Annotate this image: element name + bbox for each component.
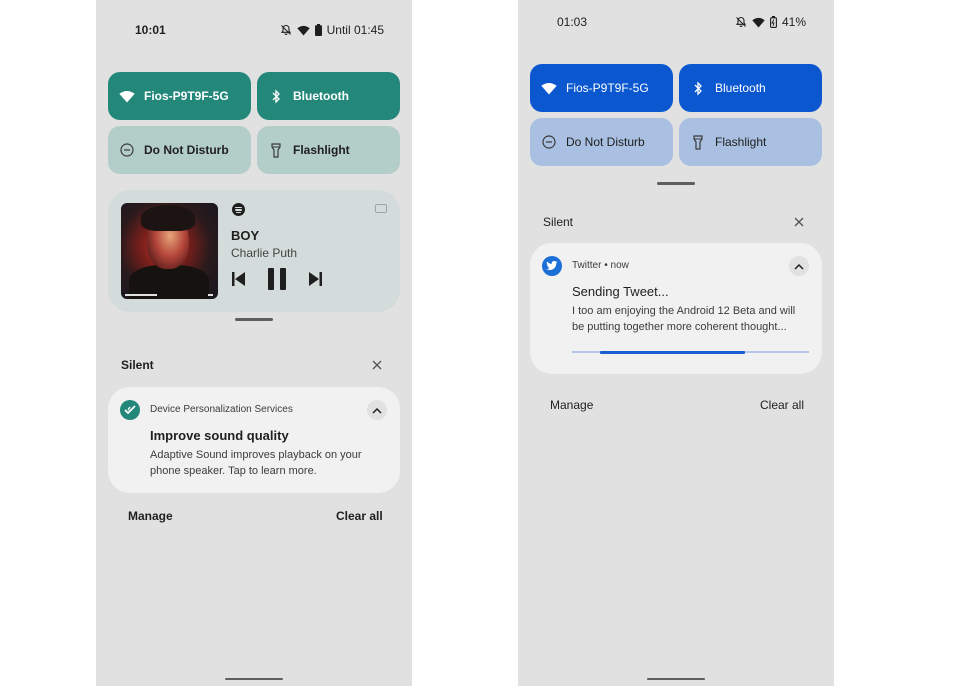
tile-label: Do Not Disturb — [144, 143, 229, 157]
quick-settings-tiles: Fios-P9T9F-5G Bluetooth Do Not Disturb F… — [108, 72, 400, 174]
flashlight-icon — [268, 142, 284, 158]
phone-right-notification-shade: 01:03 41% Fios-P9T9F-5G Bluetooth Do Not… — [518, 0, 834, 686]
notification-app-name: Twitter • now — [572, 260, 629, 271]
media-player[interactable]: BOY Charlie Puth — [108, 190, 400, 312]
chevron-up-icon — [372, 407, 382, 414]
pause-button[interactable] — [268, 268, 286, 290]
bell-off-icon — [280, 24, 291, 35]
status-time: 10:01 — [135, 23, 166, 37]
dnd-icon — [119, 142, 135, 158]
tile-label: Fios-P9T9F-5G — [144, 89, 229, 103]
gesture-nav-bar[interactable] — [225, 678, 283, 680]
quick-settings-tiles: Fios-P9T9F-5G Bluetooth Do Not Disturb F… — [530, 64, 822, 166]
tile-wifi[interactable]: Fios-P9T9F-5G — [530, 64, 673, 112]
wifi-icon — [752, 17, 765, 27]
twitter-icon — [542, 256, 562, 276]
tile-label: Flashlight — [293, 143, 350, 157]
wifi-icon — [296, 25, 310, 35]
cast-icon[interactable] — [375, 204, 387, 213]
tile-label: Fios-P9T9F-5G — [566, 81, 649, 95]
progress-fill — [600, 350, 745, 354]
notification-card[interactable]: Twitter • now Sending Tweet... I too am … — [530, 243, 822, 374]
clear-all-button[interactable]: Clear all — [336, 509, 383, 523]
collapse-button[interactable] — [367, 400, 387, 420]
status-bar: 10:01 Until 01:45 — [96, 20, 412, 40]
tile-flashlight[interactable]: Flashlight — [679, 118, 822, 166]
bluetooth-icon — [268, 88, 284, 104]
device-personalization-icon — [120, 400, 140, 420]
tile-do-not-disturb[interactable]: Do Not Disturb — [108, 126, 251, 174]
notification-body: I too am enjoying the Android 12 Beta an… — [572, 305, 796, 333]
wifi-icon — [119, 88, 135, 104]
section-label-silent: Silent — [543, 215, 574, 229]
notification-title: Sending Tweet... — [572, 284, 669, 299]
song-title: BOY — [231, 228, 260, 243]
dnd-icon — [541, 134, 557, 150]
drag-handle[interactable] — [657, 182, 695, 185]
tile-flashlight[interactable]: Flashlight — [257, 126, 400, 174]
album-art — [121, 203, 218, 299]
close-icon[interactable] — [370, 358, 384, 372]
status-icons: 41% — [735, 15, 806, 29]
battery-text: 41% — [781, 15, 806, 29]
clear-all-button[interactable]: Clear all — [760, 398, 804, 412]
tile-label: Do Not Disturb — [566, 135, 645, 149]
section-label-silent: Silent — [121, 358, 154, 372]
gesture-nav-bar[interactable] — [647, 678, 705, 680]
song-artist: Charlie Puth — [231, 246, 298, 260]
media-controls — [232, 268, 322, 290]
drag-handle[interactable] — [235, 318, 273, 321]
status-time: 01:03 — [557, 15, 588, 29]
manage-button[interactable]: Manage — [128, 509, 173, 523]
tile-bluetooth[interactable]: Bluetooth — [257, 72, 400, 120]
tile-label: Bluetooth — [293, 89, 349, 103]
tile-label: Bluetooth — [715, 81, 766, 95]
tile-bluetooth[interactable]: Bluetooth — [679, 64, 822, 112]
skip-previous-icon — [232, 272, 245, 286]
tile-wifi[interactable]: Fios-P9T9F-5G — [108, 72, 251, 120]
notification-body: Adaptive Sound improves playback on your… — [150, 449, 362, 477]
status-icons: Until 01:45 — [280, 23, 384, 37]
bluetooth-icon — [690, 80, 706, 96]
close-icon[interactable] — [792, 215, 806, 229]
tile-do-not-disturb[interactable]: Do Not Disturb — [530, 118, 673, 166]
flashlight-icon — [690, 134, 706, 150]
next-track-button[interactable] — [309, 272, 322, 286]
chevron-up-icon — [794, 263, 804, 270]
previous-track-button[interactable] — [232, 272, 245, 286]
upload-progress-bar — [572, 350, 809, 354]
battery-charging-icon — [770, 16, 777, 28]
notification-title: Improve sound quality — [150, 428, 289, 443]
tile-label: Flashlight — [715, 135, 767, 149]
phone-left-notification-shade: 10:01 Until 01:45 Fios-P9T9F-5G Bluetoot… — [96, 0, 412, 686]
bell-off-icon — [735, 16, 747, 27]
manage-button[interactable]: Manage — [550, 398, 593, 412]
status-bar: 01:03 41% — [518, 12, 834, 32]
wifi-icon — [541, 80, 557, 96]
battery-text: Until 01:45 — [326, 23, 384, 37]
notification-app-name: Device Personalization Services — [150, 404, 293, 415]
skip-next-icon — [309, 272, 322, 286]
collapse-button[interactable] — [789, 256, 809, 276]
pause-icon — [268, 268, 286, 290]
notification-card[interactable]: Device Personalization Services Improve … — [108, 387, 400, 493]
spotify-icon — [232, 203, 245, 216]
battery-icon — [314, 24, 322, 36]
